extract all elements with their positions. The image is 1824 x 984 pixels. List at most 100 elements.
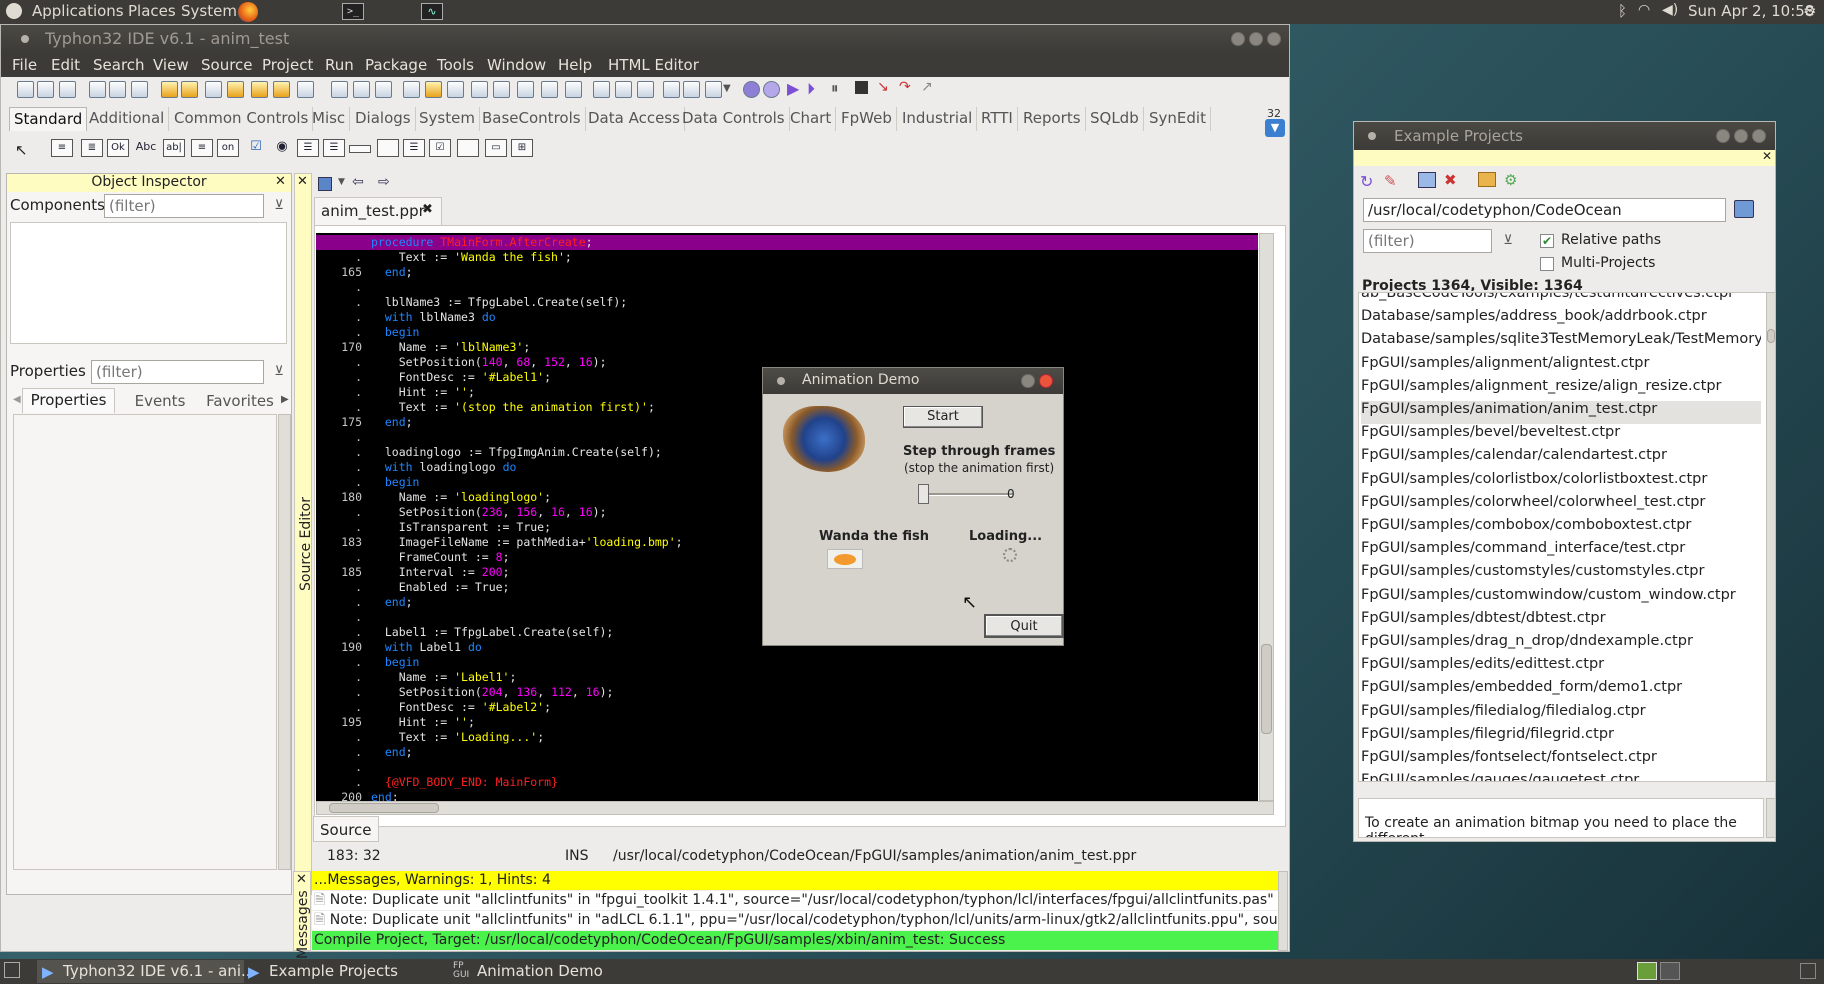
build-mode-dropdown-icon[interactable]: ▼: [723, 83, 731, 94]
pause-icon[interactable]: ⏸: [831, 79, 839, 97]
package-icon[interactable]: [251, 81, 268, 98]
frame-icon[interactable]: ▭: [485, 139, 507, 157]
clock[interactable]: Sun Apr 2, 10:58: [1688, 2, 1814, 20]
project-list-item[interactable]: FpGUI/samples/customwindow/custom_window…: [1361, 587, 1761, 610]
window-menu-icon[interactable]: [21, 35, 29, 43]
ubuntu-logo-icon[interactable]: [6, 3, 22, 19]
back-icon[interactable]: ⇦: [352, 174, 364, 190]
editor-horizontal-scrollbar[interactable]: [316, 801, 1274, 815]
palette-tab-common-controls[interactable]: Common Controls: [170, 107, 314, 131]
step-over-icon[interactable]: ↷: [899, 79, 911, 95]
menu-edit[interactable]: Edit: [51, 56, 80, 74]
properties-filter[interactable]: (filter): [91, 360, 264, 384]
project-list-item[interactable]: FpGUI/samples/drag_n_drop/dndexample.ctp…: [1361, 633, 1761, 656]
checkgroup-icon[interactable]: ☑: [429, 139, 451, 157]
browse-folder-icon[interactable]: [1734, 200, 1754, 218]
replace-icon[interactable]: [109, 81, 126, 98]
menu-view[interactable]: View: [153, 56, 189, 74]
workspace-1-icon[interactable]: [1637, 962, 1657, 980]
browse-icon[interactable]: [565, 81, 582, 98]
minimize-icon[interactable]: [1021, 374, 1035, 388]
grid-icon[interactable]: [517, 81, 534, 98]
system-menu[interactable]: System: [181, 2, 237, 20]
project-list-item[interactable]: FpGUI/samples/colorlistbox/colorlistboxt…: [1361, 471, 1761, 494]
wifi-icon[interactable]: ◠: [1638, 2, 1650, 18]
code-line[interactable]: 170 Name := 'lblName3';: [316, 340, 1258, 355]
close-icon[interactable]: ✕: [1762, 149, 1772, 163]
project-list-item[interactable]: Database/samples/address_book/addrbook.c…: [1361, 308, 1761, 331]
palette-tab-rtti[interactable]: RTTI: [977, 107, 1018, 131]
show-desktop-icon[interactable]: [4, 962, 20, 978]
step-into-icon[interactable]: ↘: [877, 79, 889, 95]
project-list-item[interactable]: FpGUI/samples/alignment_resize/align_res…: [1361, 378, 1761, 401]
compile-icon[interactable]: [743, 81, 760, 98]
open-icon[interactable]: [181, 81, 198, 98]
open-project-icon[interactable]: [1418, 172, 1436, 188]
terminal-icon[interactable]: >_: [342, 3, 364, 20]
close-icon[interactable]: ✖: [422, 202, 433, 217]
components-icon[interactable]: [637, 81, 654, 98]
editor-vertical-scrollbar[interactable]: [1259, 233, 1274, 801]
code-line[interactable]: . Text := 'Wanda the fish';: [316, 250, 1258, 265]
combobox-icon[interactable]: ☰: [323, 139, 345, 157]
radiogroup-icon[interactable]: ☰: [403, 139, 425, 157]
project-list-item[interactable]: FpGUI/samples/edits/edittest.ctpr: [1361, 656, 1761, 679]
dropdown-icon[interactable]: ▼: [338, 177, 345, 187]
checkbox-icon[interactable]: ☑: [245, 139, 267, 157]
minimize-icon[interactable]: [1716, 129, 1730, 143]
code-line[interactable]: 165 end;: [316, 265, 1258, 280]
new-window-icon[interactable]: [59, 81, 76, 98]
project-list-item[interactable]: ab_BaseCodeTools/examples/testunitdirect…: [1361, 293, 1761, 308]
gear-icon[interactable]: ⚙: [1803, 2, 1816, 20]
save-all-icon[interactable]: [331, 81, 348, 98]
trash-icon[interactable]: [1800, 963, 1816, 979]
delete-icon[interactable]: ✖: [1444, 171, 1457, 189]
palette-tab-data-controls[interactable]: Data Controls: [678, 107, 790, 131]
build-icon[interactable]: [425, 81, 442, 98]
project-list-item[interactable]: FpGUI/samples/filedialog/filedialog.ctpr: [1361, 703, 1761, 726]
project-list-item[interactable]: FpGUI/samples/customstyles/customstyles.…: [1361, 563, 1761, 586]
bluetooth-icon[interactable]: ᛒ: [1618, 2, 1627, 20]
tab-left-icon[interactable]: ◀: [13, 394, 21, 405]
frame-slider-thumb[interactable]: [918, 484, 929, 504]
places-menu[interactable]: Places: [128, 2, 176, 20]
toggle-box-icon[interactable]: on: [217, 139, 239, 157]
code-line[interactable]: . lblName3 := TfpgLabel.Create(self);: [316, 295, 1258, 310]
components-filter[interactable]: (filter): [104, 194, 264, 218]
start-button[interactable]: Start: [903, 406, 983, 428]
palette-tab-industrial[interactable]: Industrial: [898, 107, 978, 131]
project-list-item[interactable]: Database/samples/sqlite3TestMemoryLeak/T…: [1361, 331, 1761, 354]
view-units-icon[interactable]: [447, 81, 464, 98]
palette-tab-dialogs[interactable]: Dialogs: [351, 107, 416, 131]
palette-tab-misc[interactable]: Misc: [308, 107, 351, 131]
menu-file[interactable]: File: [12, 56, 37, 74]
code-line[interactable]: . FontDesc := '#Label2';: [316, 700, 1258, 715]
editor-vscroll-thumb[interactable]: [1261, 644, 1272, 734]
description-scrollbar[interactable]: [1766, 798, 1776, 838]
menu-project[interactable]: Project: [262, 56, 313, 74]
property-scrollbar[interactable]: [278, 414, 291, 870]
actionlist-icon[interactable]: ⊞: [511, 139, 533, 157]
file-tab[interactable]: anim_test.ppr ✖: [314, 197, 442, 225]
taskbar-item-animation-demo[interactable]: FP GUI Animation Demo: [449, 960, 619, 983]
project-list-scrollbar[interactable]: [1766, 292, 1776, 782]
copy-icon[interactable]: [353, 81, 370, 98]
code-line[interactable]: . {@VFD_BODY_END: MainForm}: [316, 775, 1258, 790]
editor-hscroll-thumb[interactable]: [329, 803, 439, 813]
palette-tab-sqldb[interactable]: SQLdb: [1086, 107, 1144, 131]
open-recent-icon[interactable]: [227, 81, 244, 98]
code-line[interactable]: procedure TMainForm.AfterCreate;: [316, 235, 1258, 250]
open-project-icon[interactable]: [161, 81, 178, 98]
panel-icon[interactable]: [457, 139, 479, 157]
project-list-item[interactable]: FpGUI/samples/dbtest/dbtest.ctpr: [1361, 610, 1761, 633]
groupbox-icon[interactable]: [377, 139, 399, 157]
menu-run[interactable]: Run: [325, 56, 354, 74]
code-line[interactable]: . with lblName3 do: [316, 310, 1258, 325]
maximize-icon[interactable]: [1734, 129, 1748, 143]
view-toggle-icon[interactable]: [493, 81, 510, 98]
project-list-item[interactable]: FpGUI/samples/filegrid/filegrid.ctpr: [1361, 726, 1761, 749]
code-line[interactable]: 195 Hint := '';: [316, 715, 1258, 730]
clean-icon[interactable]: ✎: [1384, 172, 1397, 190]
step-out-icon[interactable]: ↗: [921, 79, 933, 95]
clear-filter-icon[interactable]: ⊻: [269, 362, 289, 382]
